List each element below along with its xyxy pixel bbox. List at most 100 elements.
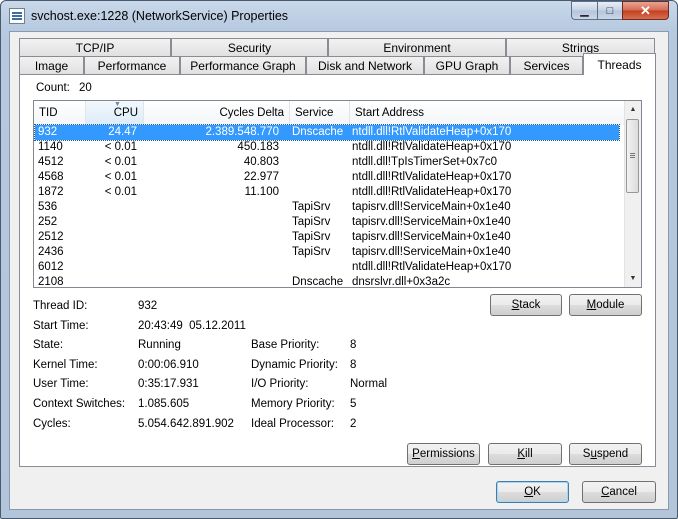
tab-label: Environment: [383, 41, 451, 55]
button-label-part: ancel: [609, 486, 637, 498]
cell-start-address: ntdll.dll!RtlValidateHeap+0x170: [352, 141, 512, 153]
cell-cpu: < 0.01: [104, 186, 137, 198]
dynamic-priority-label: Dynamic Priority:: [251, 359, 338, 371]
sort-descending-icon: ▼: [114, 101, 121, 108]
stack-button[interactable]: Stack: [490, 294, 562, 316]
cell-tid: 932: [38, 126, 58, 138]
thread-row[interactable]: 1140 < 0.01 450.183 ntdll.dll!RtlValidateHe…: [35, 140, 619, 155]
cell-start-address: ntdll.dll!RtlValidateHeap+0x170: [352, 186, 512, 198]
cancel-button[interactable]: Cancel: [582, 481, 656, 503]
io-priority-value: Normal: [350, 378, 388, 390]
cell-start-address: tapisrv.dll!ServiceMain+0x1e40: [352, 231, 511, 243]
thread-row[interactable]: 2512 TapiSrv tapisrv.dll!ServiceMain+0x1e4…: [35, 230, 619, 245]
cycles-label: Cycles:: [33, 418, 71, 430]
vertical-scrollbar[interactable]: ▲ ▼: [624, 101, 641, 287]
cell-tid: 2512: [38, 231, 64, 243]
column-header-cycles-delta[interactable]: Cycles Delta: [144, 101, 290, 125]
tab-label: Performance Graph: [190, 59, 296, 73]
tab-performance-graph[interactable]: Performance Graph: [180, 56, 306, 75]
button-label-part: tack: [519, 299, 541, 311]
start-time-value: 20:43:49 05.12.2011: [138, 320, 246, 332]
button-label-part: K: [533, 486, 541, 498]
app-icon: [9, 8, 25, 24]
tab-label: Image: [34, 59, 69, 73]
column-header-tid[interactable]: TID: [34, 101, 86, 125]
tab-label: Security: [227, 41, 272, 55]
scroll-down-arrow-icon[interactable]: ▼: [625, 270, 641, 287]
thread-row[interactable]: 6012 ntdll.dll!RtlValidateHeap+0x170: [35, 260, 619, 275]
thread-row[interactable]: 4568 < 0.01 22.977 ntdll.dll!RtlValidateHea…: [35, 170, 619, 185]
cell-start-address: tapisrv.dll!ServiceMain+0x1e40: [352, 246, 511, 258]
scrollbar-thumb[interactable]: [626, 119, 639, 193]
cell-start-address: ntdll.dll!RtlValidateHeap+0x170: [352, 126, 512, 138]
count-label: Count:: [36, 82, 70, 94]
tab-services[interactable]: Services: [510, 56, 583, 75]
cell-service: Dnscache: [292, 276, 344, 288]
state-value: Running: [138, 339, 181, 351]
count-value: 20: [79, 82, 92, 94]
tab-security[interactable]: Security: [171, 38, 328, 57]
cell-cycles-delta: 450.183: [237, 141, 279, 153]
button-label-part: odule: [596, 299, 625, 311]
thread-row-selected[interactable]: 932 24.47 2.389.548.770 Dnscache ntdll.dll!R…: [34, 124, 620, 141]
cell-cpu: 24.47: [108, 126, 137, 138]
tab-disk-and-network[interactable]: Disk and Network: [306, 56, 424, 75]
tab-threads[interactable]: Threads: [583, 53, 656, 75]
cell-cycles-delta: 22.977: [243, 171, 279, 183]
window-title: svchost.exe:1228 (NetworkService) Proper…: [31, 9, 289, 23]
module-button[interactable]: Module: [569, 294, 642, 316]
button-label-part: S: [582, 448, 591, 460]
column-header-label: Service: [295, 107, 334, 119]
thread-row[interactable]: 536 TapiSrv tapisrv.dll!ServiceMain+0x1e40: [35, 200, 619, 215]
minimize-icon: ▁: [580, 5, 589, 17]
column-header-label: Start Address: [355, 107, 425, 119]
column-header-label: CPU: [113, 107, 138, 119]
cell-service: TapiSrv: [292, 216, 331, 228]
cell-tid: 2108: [38, 276, 64, 288]
cell-tid: 4512: [38, 156, 64, 168]
permissions-button[interactable]: Permissions: [407, 443, 480, 465]
cycles-value: 5.054.642.891.902: [138, 418, 234, 430]
tab-environment[interactable]: Environment: [328, 38, 506, 57]
suspend-button[interactable]: Su spend: [569, 443, 642, 465]
title-bar[interactable]: svchost.exe:1228 (NetworkService) Proper…: [1, 1, 677, 31]
scroll-up-arrow-icon[interactable]: ▲: [625, 101, 641, 118]
tab-label: Disk and Network: [317, 59, 413, 73]
column-header-service[interactable]: Service: [290, 101, 350, 125]
thread-row[interactable]: 252 TapiSrv tapisrv.dll!ServiceMain+0x1e40: [35, 215, 619, 230]
column-header-start-address[interactable]: Start Address: [350, 101, 626, 125]
thread-id-value: 932: [138, 300, 158, 312]
button-label-part: spend: [596, 448, 629, 460]
kill-button[interactable]: Kill: [488, 443, 562, 465]
ideal-processor-value: 2: [350, 418, 357, 430]
tab-label: TCP/IP: [75, 41, 115, 55]
user-time-value: 0:35:17.931: [138, 378, 199, 390]
cell-start-address: dnsrslvr.dll+0x3a2c: [352, 276, 451, 288]
tab-tcpip[interactable]: TCP/IP: [19, 38, 171, 57]
button-accelerator: C: [601, 486, 610, 498]
ok-button[interactable]: OK: [496, 481, 569, 503]
tab-performance[interactable]: Performance: [84, 56, 180, 75]
button-accelerator: K: [517, 448, 525, 460]
close-button[interactable]: ✕: [622, 1, 669, 20]
thread-row[interactable]: 2436 TapiSrv tapisrv.dll!ServiceMain+0x1e4…: [35, 245, 619, 260]
thread-row[interactable]: 4512 < 0.01 40.803 ntdll.dll!TpIsTimerSet+0…: [35, 155, 619, 170]
state-label: State:: [33, 339, 64, 351]
cell-tid: 1140: [38, 141, 63, 153]
threads-list[interactable]: TID CPU Cycles Delta Service Start Addre…: [33, 100, 642, 288]
minimize-button[interactable]: ▁: [571, 1, 598, 20]
cell-cpu: < 0.01: [104, 171, 137, 183]
maximize-button[interactable]: □: [597, 1, 623, 20]
tab-gpu-graph[interactable]: GPU Graph: [424, 56, 510, 75]
context-switches-value: 1.085.605: [138, 398, 190, 410]
user-time-label: User Time:: [33, 378, 89, 390]
thread-row[interactable]: 1872 < 0.01 11.100 ntdll.dll!RtlValidateHea…: [35, 185, 619, 200]
tab-image[interactable]: Image: [19, 56, 84, 75]
cell-service: TapiSrv: [292, 246, 331, 258]
column-header-label: TID: [39, 107, 58, 119]
thread-row[interactable]: 2108 Dnscache dnsrslvr.dll+0x3a2c: [35, 275, 619, 288]
memory-priority-value: 5: [350, 398, 357, 410]
cell-start-address: ntdll.dll!RtlValidateHeap+0x170: [352, 171, 512, 183]
context-switches-label: Context Switches:: [33, 398, 126, 410]
cell-start-address: ntdll.dll!TpIsTimerSet+0x7c0: [352, 156, 497, 168]
